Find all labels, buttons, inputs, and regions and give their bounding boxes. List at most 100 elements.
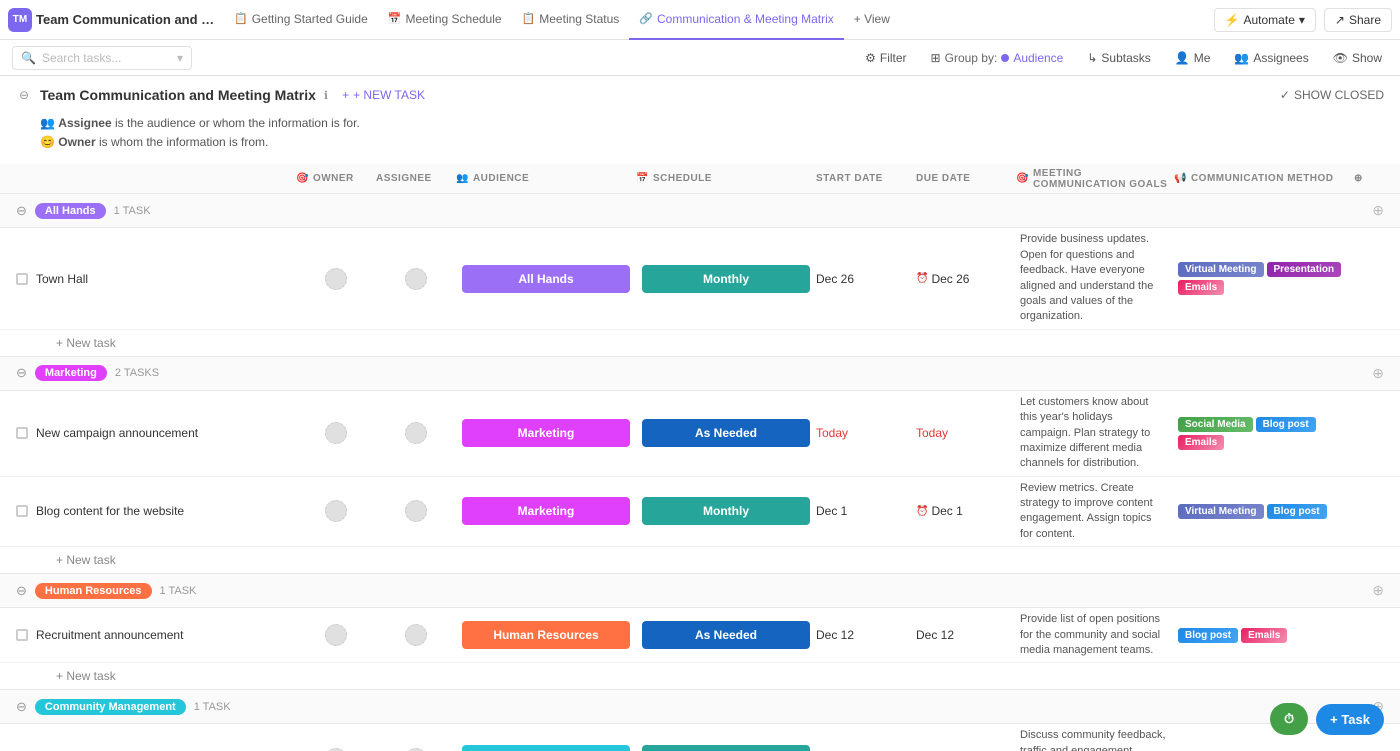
info-icon: ℹ <box>324 89 328 102</box>
schedule-cell: Monthly <box>636 741 816 751</box>
group-collapse-button[interactable]: ⊖ <box>16 203 27 219</box>
tab-getting-started[interactable]: 📋 Getting Started Guide <box>224 0 378 40</box>
owner-emoji: 😊 <box>40 135 58 149</box>
group-collapse-button[interactable]: ⊖ <box>16 365 27 381</box>
group-title-row: ⊖Marketing2 TASKS⊕ <box>0 357 1400 391</box>
group-collapse-button[interactable]: ⊖ <box>16 699 27 715</box>
goals-cell: Discuss community feedback, traffic and … <box>1016 724 1174 751</box>
tab-meeting-status[interactable]: 📋 Meeting Status <box>512 0 630 40</box>
assignee-cell <box>376 500 456 522</box>
group-by-button[interactable]: ⊞ Group by: Audience <box>925 49 1070 67</box>
schedule-col-icon: 📅 <box>636 173 649 184</box>
col-audience: 👥 AUDIENCE <box>456 173 636 184</box>
subtasks-icon: ↳ <box>1087 51 1097 65</box>
audience-cell: All Hands <box>456 261 636 297</box>
task-checkbox[interactable] <box>16 505 28 517</box>
search-placeholder: Search tasks... <box>42 51 121 65</box>
schedule-cell: As Needed <box>636 617 816 653</box>
comm-badge: Emails <box>1241 628 1287 643</box>
top-nav: TM Team Communication and Meeting Ma... … <box>0 0 1400 40</box>
col-start-date: START DATE <box>816 173 916 184</box>
group-badge: Community Management <box>35 699 186 715</box>
owner-cell <box>296 624 376 646</box>
doc-title: Team Communication and Meeting Ma... <box>36 12 216 27</box>
share-button[interactable]: ↗ Share <box>1324 8 1392 32</box>
show-button[interactable]: 👁 Show <box>1327 49 1388 67</box>
tab-icon-4: 🔗 <box>639 12 653 25</box>
audience-cell: Community Management <box>456 741 636 751</box>
owner-col-icon: 🎯 <box>296 173 309 184</box>
assignee-emoji: 👥 <box>40 116 58 130</box>
add-task-link[interactable]: + New task <box>56 553 1384 567</box>
add-task-link[interactable]: + New task <box>56 336 1384 350</box>
filter-button[interactable]: ⚙ Filter <box>859 49 912 67</box>
subtasks-button[interactable]: ↳ Subtasks <box>1081 49 1156 67</box>
comm-methods-cell: Blog postEmails <box>1174 624 1354 647</box>
task-name[interactable]: Blog content for the website <box>36 504 184 518</box>
group-title-row: ⊖Community Management1 TASK⊕ <box>0 690 1400 724</box>
collapse-button[interactable]: ⊖ <box>16 87 32 103</box>
share-icon: ↗ <box>1335 13 1345 27</box>
audience-pill: All Hands <box>462 265 630 293</box>
tab-add-view[interactable]: + View <box>844 0 900 40</box>
owner-avatar <box>325 422 347 444</box>
goals-cell: Provide business updates. Open for quest… <box>1016 228 1174 328</box>
project-header: ⊖ Team Communication and Meeting Matrix … <box>0 76 1400 110</box>
group-add-icon[interactable]: ⊕ <box>1372 202 1384 219</box>
audience-cell: Marketing <box>456 493 636 529</box>
assignee-label: Assignee <box>58 116 111 130</box>
task-row: New campaign announcementMarketingAs Nee… <box>0 391 1400 477</box>
tab-icon-3: 📋 <box>522 12 536 25</box>
owner-cell <box>296 268 376 290</box>
add-task-row: + New task <box>0 547 1400 574</box>
task-row: Blog content for the website MarketingMon… <box>0 477 1400 548</box>
start-date-cell: Dec 12 <box>816 628 916 642</box>
schedule-pill: As Needed <box>642 419 810 447</box>
info-line-2: 😊 Owner is whom the information is from. <box>40 133 1360 152</box>
start-date-cell: Today <box>816 426 916 440</box>
group-collapse-button[interactable]: ⊖ <box>16 583 27 599</box>
assignees-button[interactable]: 👥 Assignees <box>1228 49 1314 67</box>
task-checkbox[interactable] <box>16 629 28 641</box>
new-task-button[interactable]: + + NEW TASK <box>336 86 431 104</box>
comm-badge: Social Media <box>1178 417 1253 432</box>
add-task-float-button[interactable]: + Task <box>1316 704 1384 735</box>
show-closed-button[interactable]: ✓ SHOW CLOSED <box>1280 88 1384 102</box>
comm-methods-cell: Virtual MeetingPresentationEmails <box>1174 258 1354 299</box>
task-checkbox[interactable] <box>16 273 28 285</box>
filter-icon: ⚙ <box>865 51 876 65</box>
task-checkbox[interactable] <box>16 427 28 439</box>
goals-cell: Provide list of open positions for the c… <box>1016 608 1174 662</box>
info-line-1: 👥 Assignee is the audience or whom the i… <box>40 114 1360 133</box>
plus-icon: + <box>342 88 349 102</box>
group-badge: All Hands <box>35 203 106 219</box>
comm-badge: Emails <box>1178 435 1224 450</box>
timer-button[interactable]: ⏱ <box>1270 703 1308 735</box>
add-task-row: + New task <box>0 330 1400 357</box>
owner-cell <box>296 500 376 522</box>
me-button[interactable]: 👤 Me <box>1169 49 1217 67</box>
task-name[interactable]: New campaign announcement <box>36 426 198 440</box>
task-name[interactable]: Recruitment announcement <box>36 628 183 642</box>
schedule-cell: Monthly <box>636 493 816 529</box>
col-due-date: DUE DATE <box>916 173 1016 184</box>
show-icon: 👁 <box>1333 51 1348 65</box>
tab-icon-2: 📅 <box>388 12 402 25</box>
col-owner: 🎯 OWNER <box>296 173 376 184</box>
due-date-text: Today <box>916 426 948 440</box>
task-name-cell: Town Hall <box>16 272 296 286</box>
comm-badge: Blog post <box>1256 417 1316 432</box>
tab-meeting-schedule[interactable]: 📅 Meeting Schedule <box>378 0 512 40</box>
group-add-icon[interactable]: ⊕ <box>1372 365 1384 382</box>
group-badge: Human Resources <box>35 583 152 599</box>
audience-col-icon: 👥 <box>456 173 469 184</box>
task-name[interactable]: Town Hall <box>36 272 88 286</box>
comm-badge: Blog post <box>1178 628 1238 643</box>
col-goals: 🎯 MEETING COMMUNICATION GOALS <box>1016 168 1174 190</box>
toolbar: 🔍 Search tasks... ▾ ⚙ Filter ⊞ Group by:… <box>0 40 1400 76</box>
group-add-icon[interactable]: ⊕ <box>1372 582 1384 599</box>
search-box[interactable]: 🔍 Search tasks... ▾ <box>12 46 192 70</box>
add-task-link[interactable]: + New task <box>56 669 1384 683</box>
tab-comm-matrix[interactable]: 🔗 Communication & Meeting Matrix <box>629 0 843 40</box>
automate-button[interactable]: ⚡ Automate ▾ <box>1214 8 1316 32</box>
